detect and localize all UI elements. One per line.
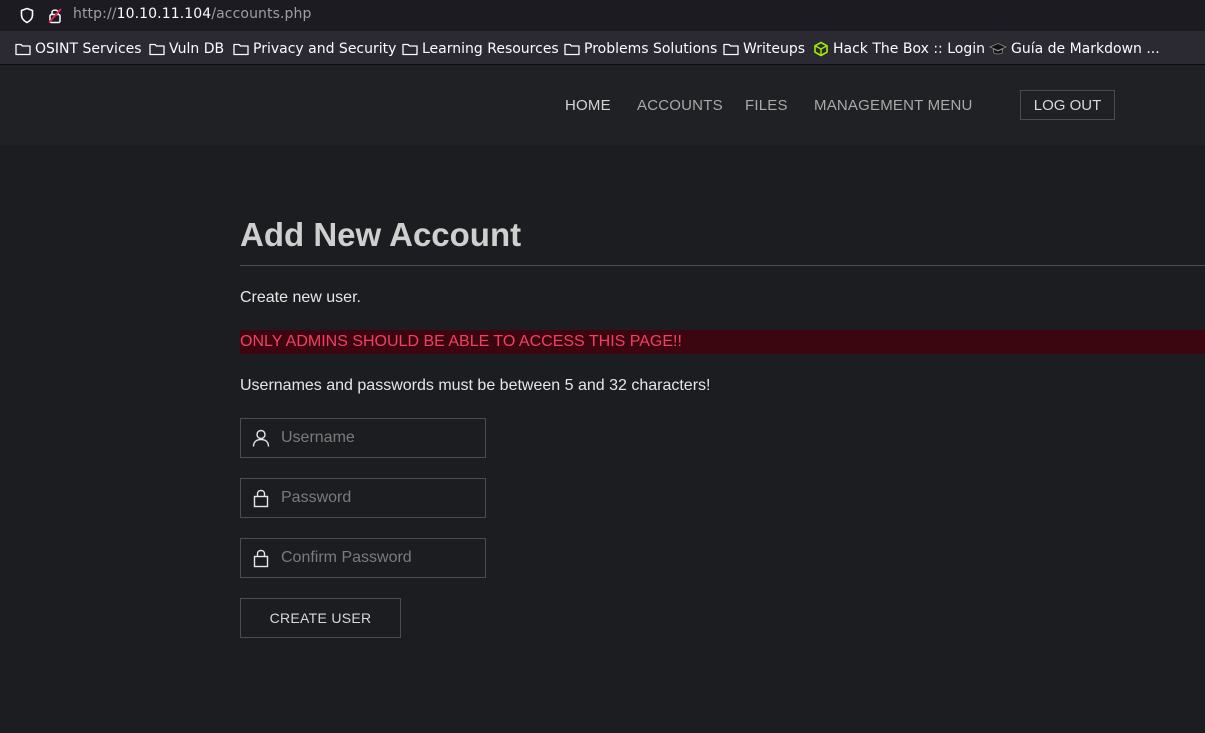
bookmark-label: Vuln DB xyxy=(169,41,225,57)
htb-cube-icon xyxy=(814,41,828,57)
nav-management-menu[interactable]: MANAGEMENT MENU xyxy=(814,97,973,114)
user-icon xyxy=(252,429,270,447)
main-content: Add New Account Create new user. ONLY AD… xyxy=(0,145,1205,733)
bookmark-label: Learning Resources xyxy=(422,41,559,57)
username-field[interactable] xyxy=(240,418,486,458)
insecure-lock-icon[interactable] xyxy=(47,7,63,24)
password-input[interactable] xyxy=(281,479,481,517)
url-host: 10.10.11.104 xyxy=(116,6,212,22)
url-path: /accounts.php xyxy=(211,6,312,22)
bookmark-label: Writeups xyxy=(743,41,806,57)
folder-icon xyxy=(402,43,418,56)
logout-button[interactable]: LOG OUT xyxy=(1020,90,1115,120)
lock-icon xyxy=(253,489,269,508)
graduation-cap-icon xyxy=(989,43,1007,55)
bookmarks-bar: OSINT Services Vuln DB Privacy and Secur… xyxy=(0,31,1205,65)
bookmark-label: Guía de Markdown ... xyxy=(1011,41,1160,57)
folder-icon xyxy=(723,43,739,56)
bookmark-label: Hack The Box :: Login xyxy=(833,41,985,57)
browser-url-bar: http://10.10.11.104/accounts.php xyxy=(0,0,1205,31)
site-header: HOME ACCOUNTS FILES MANAGEMENT MENU LOG … xyxy=(0,65,1205,145)
bookmark-hack-the-box-login[interactable]: Hack The Box :: Login xyxy=(813,40,985,58)
title-divider xyxy=(240,265,1205,266)
bookmark-guia-de-markdown[interactable]: Guía de Markdown ... xyxy=(989,40,1160,58)
confirm-password-input[interactable] xyxy=(281,539,481,577)
nav-files[interactable]: FILES xyxy=(745,97,788,114)
bookmark-problems-solutions[interactable]: Problems Solutions xyxy=(564,40,717,58)
shield-icon[interactable] xyxy=(19,7,35,24)
bookmark-vuln-db[interactable]: Vuln DB xyxy=(149,40,224,58)
password-field[interactable] xyxy=(240,478,486,518)
bookmark-label: OSINT Services xyxy=(35,41,142,57)
username-input[interactable] xyxy=(281,419,481,457)
credential-rules-text: Usernames and passwords must be between … xyxy=(240,377,711,394)
nav-accounts[interactable]: ACCOUNTS xyxy=(637,97,723,114)
bookmark-label: Problems Solutions xyxy=(584,41,718,57)
page-subtitle: Create new user. xyxy=(240,289,361,306)
bookmark-osint-services[interactable]: OSINT Services xyxy=(15,40,142,58)
lock-icon xyxy=(253,549,269,568)
create-user-button[interactable]: CREATE USER xyxy=(240,598,401,638)
bookmark-learning-resources[interactable]: Learning Resources xyxy=(402,40,559,58)
url-scheme: http:// xyxy=(73,6,117,22)
bookmark-label: Privacy and Security xyxy=(253,41,397,57)
nav-home[interactable]: HOME xyxy=(565,97,611,114)
admin-warning-banner: ONLY ADMINS SHOULD BE ABLE TO ACCESS THI… xyxy=(240,330,1205,354)
folder-icon xyxy=(149,43,165,56)
bookmark-writeups[interactable]: Writeups xyxy=(723,40,805,58)
confirm-password-field[interactable] xyxy=(240,538,486,578)
folder-icon xyxy=(233,43,249,56)
bookmark-privacy-and-security[interactable]: Privacy and Security xyxy=(233,40,396,58)
folder-icon xyxy=(564,43,580,56)
folder-icon xyxy=(15,43,31,56)
page-title: Add New Account xyxy=(240,216,522,253)
url-field[interactable]: http://10.10.11.104/accounts.php xyxy=(73,6,312,22)
